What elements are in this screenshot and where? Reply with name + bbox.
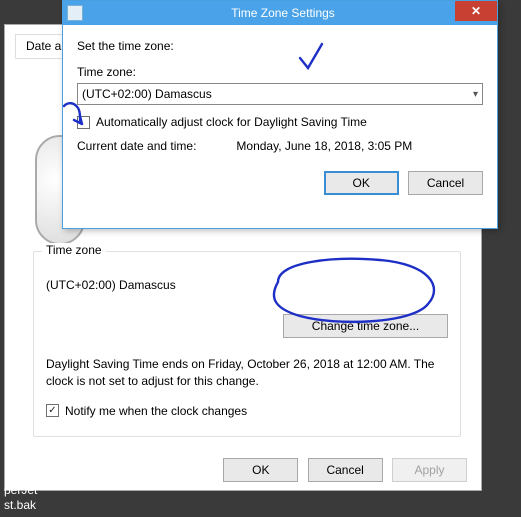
- desktop-stray-text: perJet st.bak: [0, 481, 41, 514]
- auto-dst-label: Automatically adjust clock for Daylight …: [96, 115, 367, 129]
- notify-checkbox[interactable]: [46, 404, 59, 417]
- ok-button[interactable]: OK: [223, 458, 298, 482]
- cancel-button[interactable]: Cancel: [308, 458, 383, 482]
- close-button[interactable]: ✕: [455, 1, 497, 21]
- time-zone-select[interactable]: (UTC+02:00) Damascus ▾: [77, 83, 483, 105]
- time-zone-value: (UTC+02:00) Damascus: [46, 278, 448, 292]
- window-title: Time Zone Settings: [231, 6, 335, 20]
- current-datetime-value: Monday, June 18, 2018, 3:05 PM: [236, 139, 412, 153]
- dst-info-text: Daylight Saving Time ends on Friday, Oct…: [46, 356, 448, 390]
- change-time-zone-button[interactable]: Change time zone...: [283, 314, 448, 338]
- cancel-button[interactable]: Cancel: [408, 171, 483, 195]
- apply-button: Apply: [392, 458, 467, 482]
- time-zone-selected-text: (UTC+02:00) Damascus: [82, 87, 212, 101]
- time-zone-label: Time zone:: [77, 65, 483, 79]
- chevron-down-icon: ▾: [473, 89, 478, 100]
- window-icon: [67, 5, 83, 21]
- prompt-label: Set the time zone:: [77, 39, 483, 53]
- current-datetime-label: Current date and time:: [77, 139, 196, 153]
- auto-dst-row: Automatically adjust clock for Daylight …: [77, 115, 483, 129]
- titlebar[interactable]: Time Zone Settings ✕: [63, 1, 497, 25]
- dialog-content: Set the time zone: Time zone: (UTC+02:00…: [63, 25, 497, 203]
- auto-dst-checkbox[interactable]: [77, 116, 90, 129]
- ok-button[interactable]: OK: [324, 171, 399, 195]
- dialog-button-row: OK Cancel Apply: [5, 458, 481, 482]
- time-zone-legend: Time zone: [42, 243, 106, 257]
- time-zone-groupbox: Time zone (UTC+02:00) Damascus Change ti…: [33, 251, 461, 437]
- stray-line-2: st.bak: [4, 498, 37, 512]
- current-datetime-row: Current date and time: Monday, June 18, …: [77, 139, 483, 153]
- time-zone-settings-dialog: Time Zone Settings ✕ Set the time zone: …: [62, 0, 498, 229]
- close-icon: ✕: [471, 4, 481, 18]
- stray-line-1: perJet: [4, 483, 37, 497]
- dialog-button-row: OK Cancel: [77, 171, 483, 195]
- notify-row: Notify me when the clock changes: [46, 404, 448, 418]
- notify-label: Notify me when the clock changes: [65, 404, 247, 418]
